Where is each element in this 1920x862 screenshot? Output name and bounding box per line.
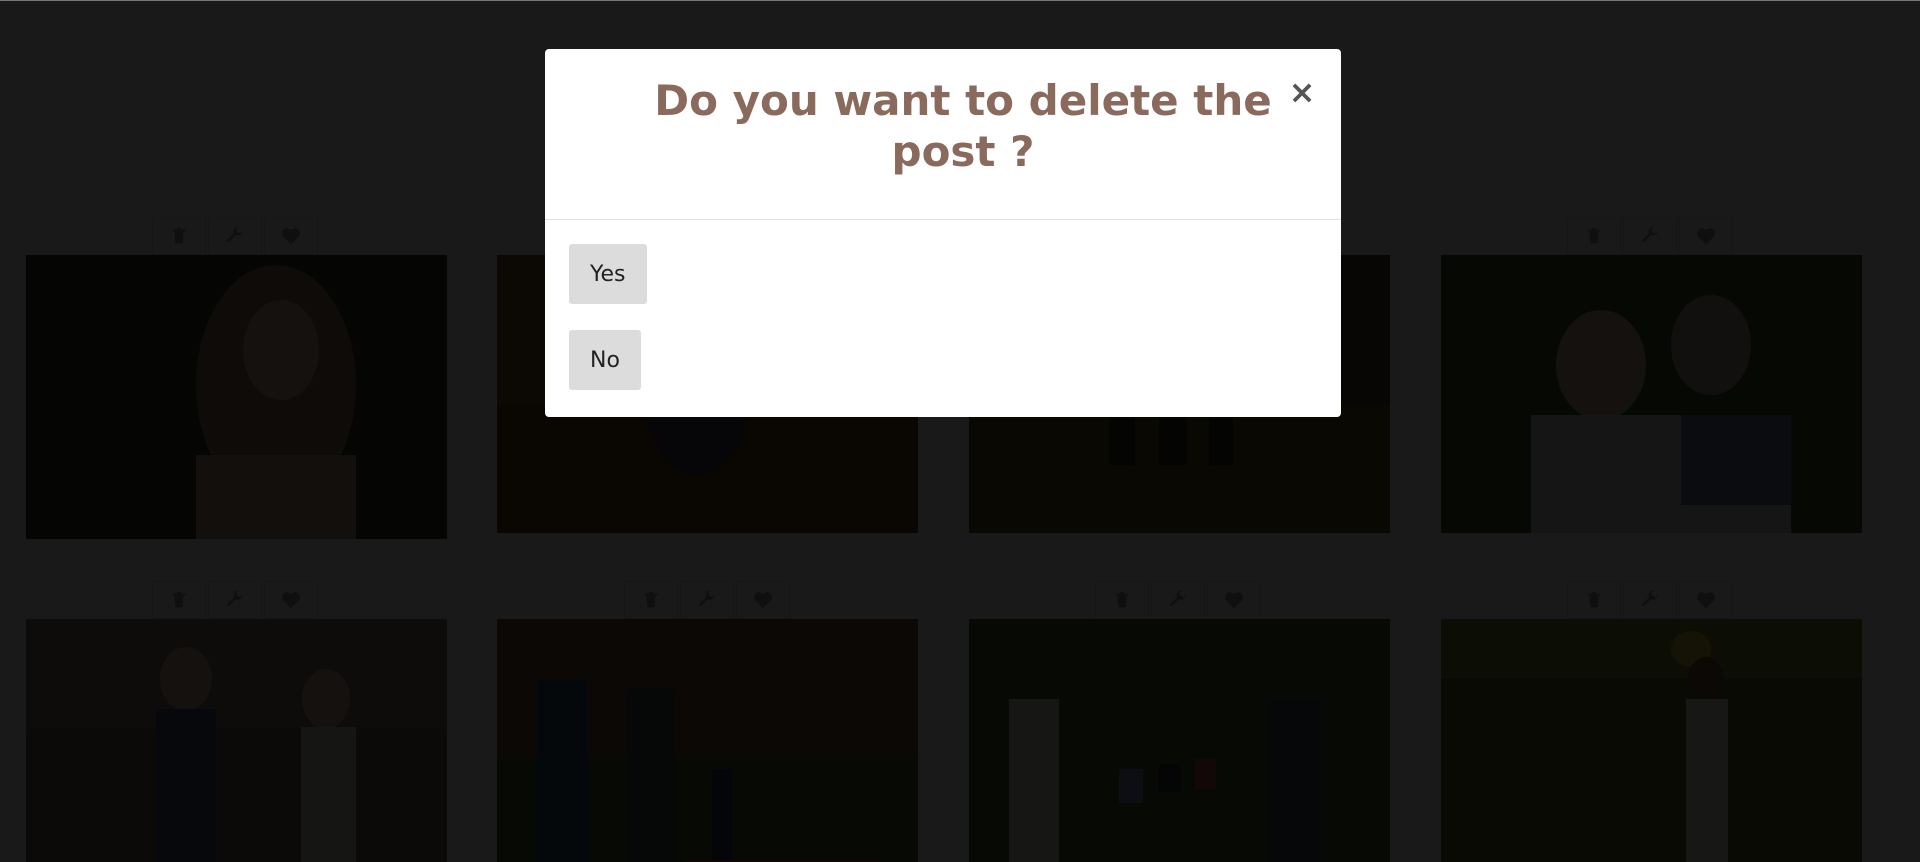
no-button[interactable]: No (569, 330, 641, 390)
page: Do you want to delete the post ? × Yes N… (0, 0, 1920, 862)
dialog-body: Yes No (545, 220, 1341, 390)
dialog-title: Do you want to delete the post ? (654, 76, 1272, 176)
delete-confirm-dialog: Do you want to delete the post ? × Yes N… (545, 49, 1341, 417)
close-button[interactable]: × (1287, 75, 1317, 109)
yes-button[interactable]: Yes (569, 244, 647, 304)
dialog-header: Do you want to delete the post ? × (545, 49, 1341, 220)
